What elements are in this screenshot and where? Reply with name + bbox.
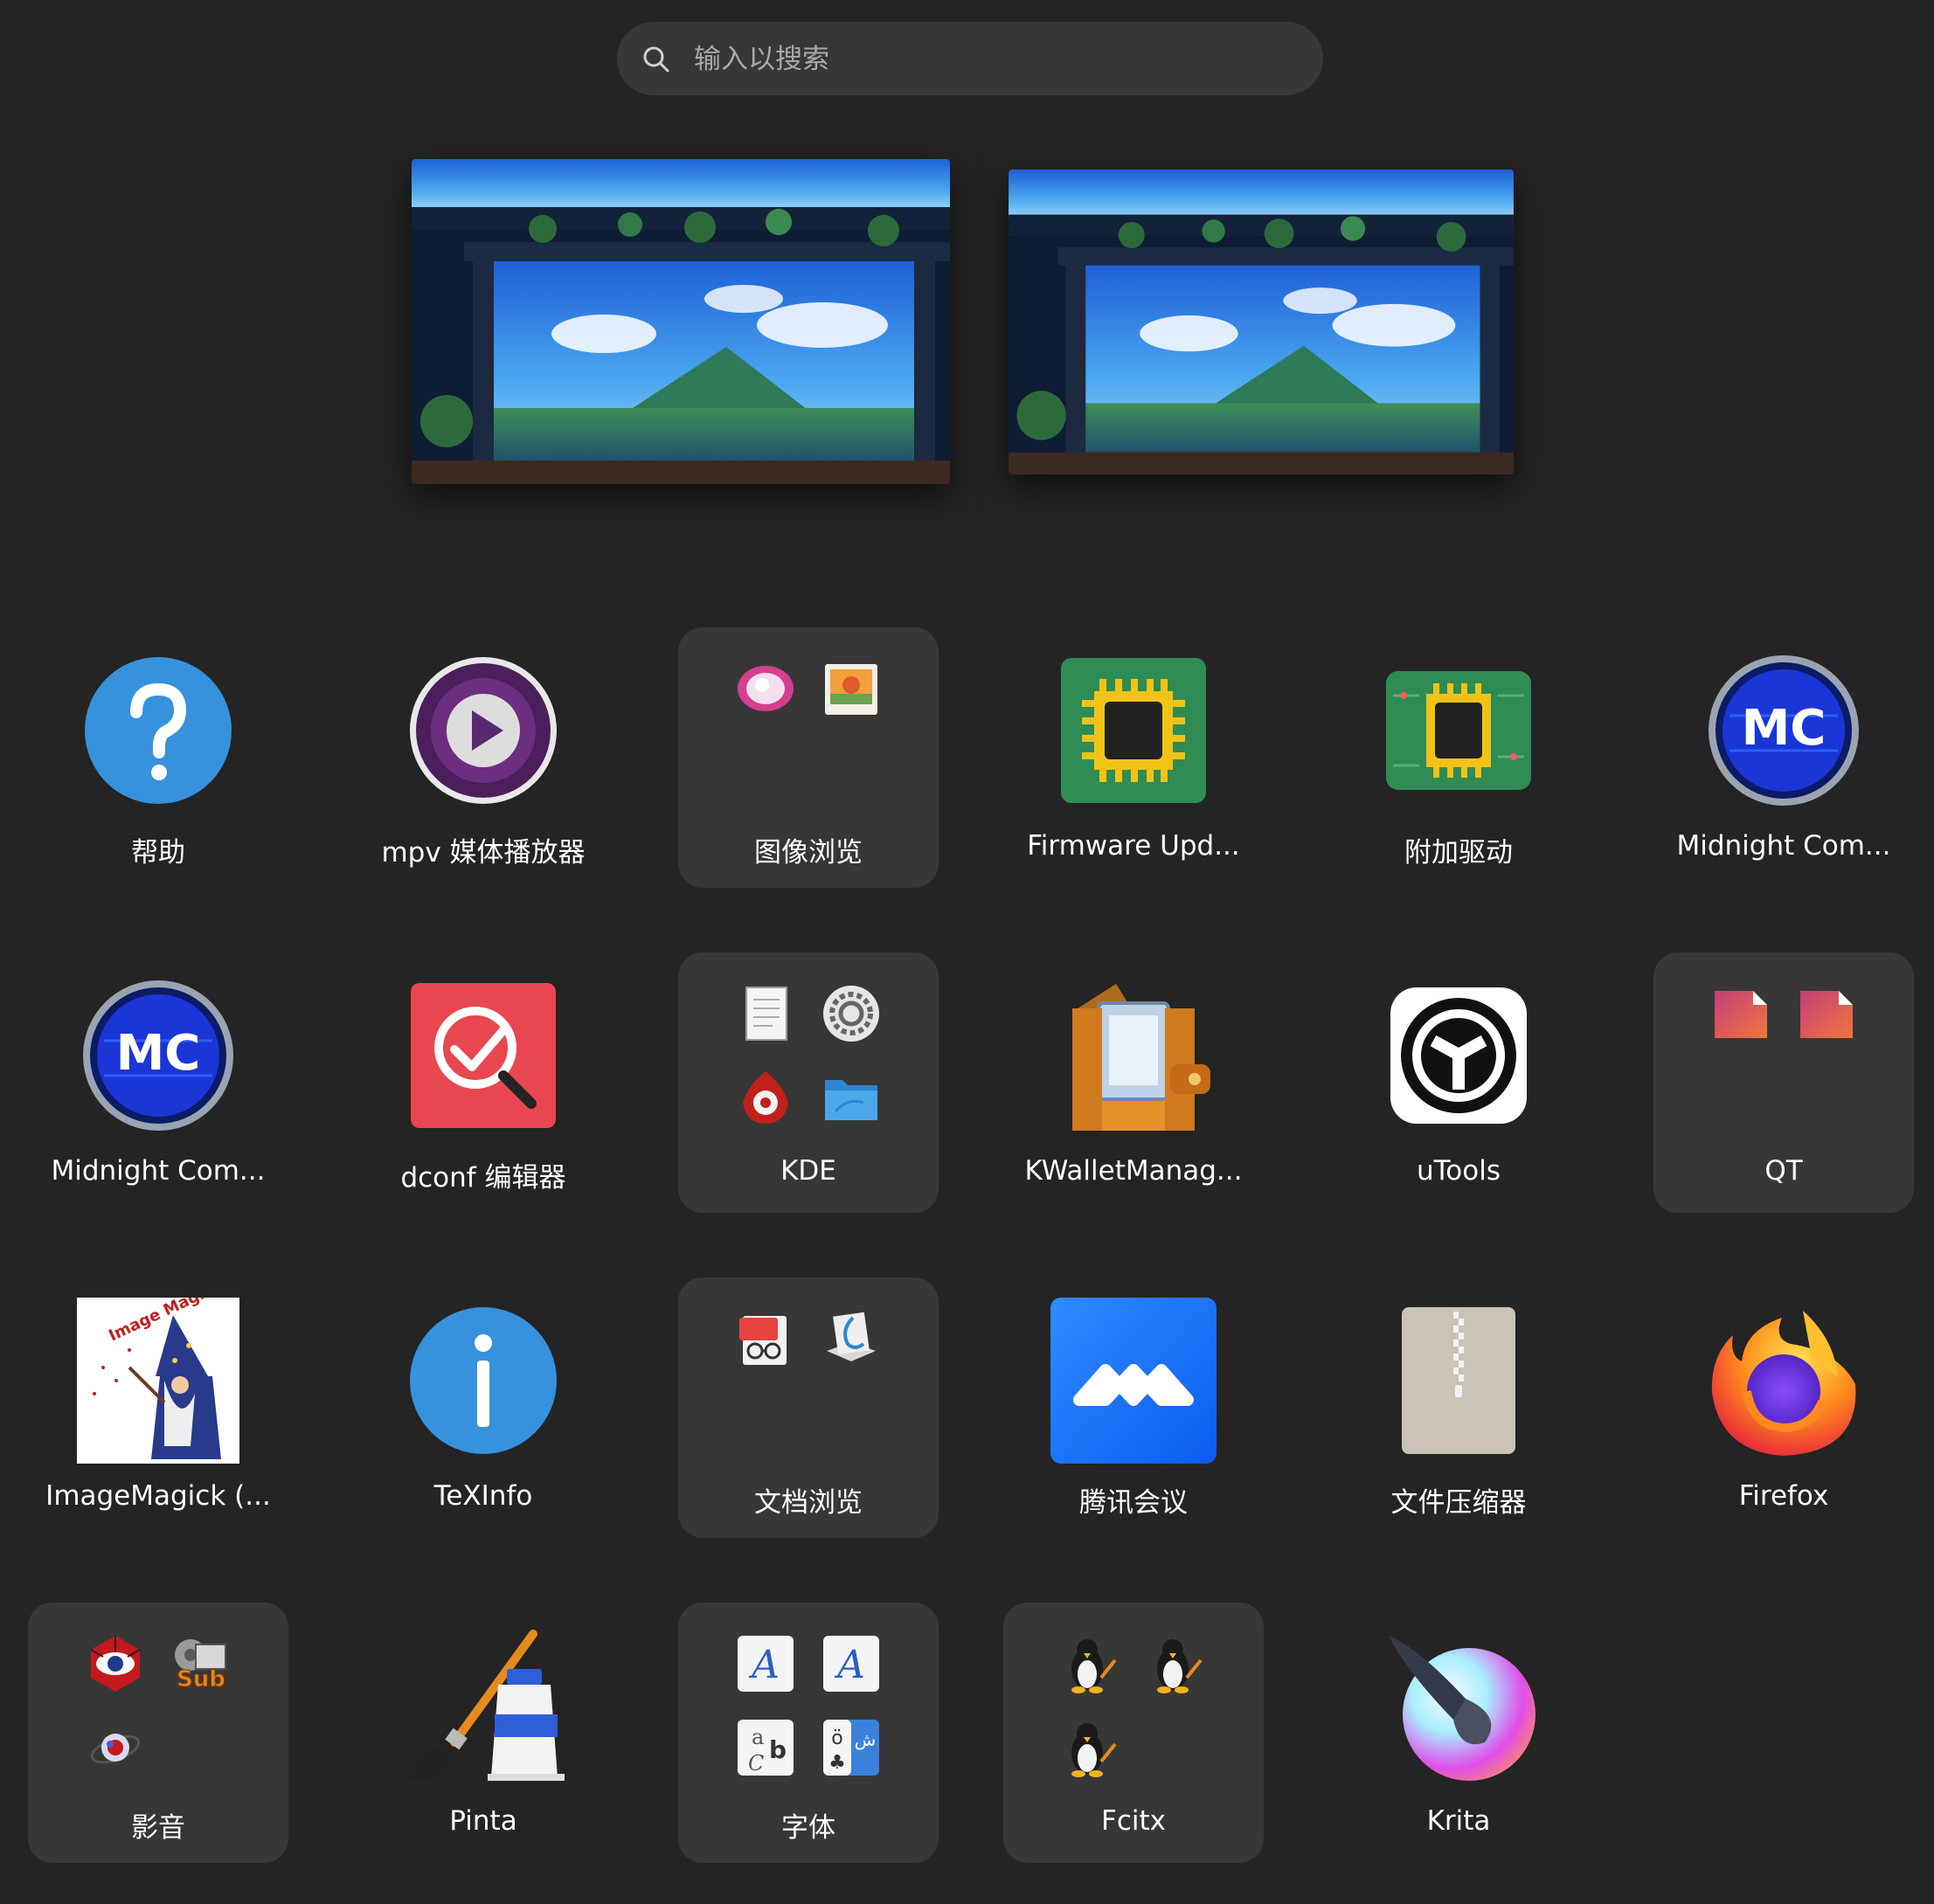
folder-icon [825, 1080, 877, 1120]
svg-text:ش: ش [855, 1729, 876, 1750]
app-label: Krita [1426, 1805, 1491, 1837]
app-label: dconf 编辑器 [400, 1162, 566, 1194]
midnight-commander-icon: MC [1709, 655, 1859, 806]
info-icon [410, 1307, 557, 1454]
image-viewer-icon [825, 664, 877, 715]
svg-text:C: C [748, 1751, 764, 1776]
tux-keyboard-icon [1071, 1639, 1117, 1693]
krita-icon [1389, 1636, 1535, 1781]
search-bar[interactable] [617, 22, 1323, 95]
tencent-meeting-icon [1050, 1298, 1217, 1464]
folder-label: Fcitx [1101, 1805, 1166, 1837]
folder-kde[interactable]: KDE [678, 952, 939, 1213]
folder-label: 图像浏览 [754, 837, 863, 869]
app-label: 附加驱动 [1404, 837, 1513, 869]
folder-label: 影音 [131, 1812, 185, 1844]
app-pinta[interactable]: Pinta [353, 1603, 613, 1863]
pinta-icon [407, 1630, 565, 1781]
tux-keyboard-icon [1071, 1723, 1117, 1777]
app-label: Midnight Com... [51, 1155, 266, 1187]
orbit-icon [90, 1734, 141, 1764]
app-label: 帮助 [131, 837, 185, 869]
document-viewer-icon [739, 1316, 787, 1365]
svg-text:Sub: Sub [177, 1666, 225, 1693]
folder-label: KDE [780, 1155, 836, 1187]
app-kwallet-manager[interactable]: KWalletManag... [1003, 952, 1264, 1213]
font-icon: A [823, 1636, 879, 1692]
midnight-commander-icon: MC [83, 980, 233, 1131]
app-label: mpv 媒体播放器 [381, 837, 586, 869]
keyboard-symbols-icon: ö ♣ ش [823, 1720, 879, 1776]
app-file-archiver[interactable]: 文件压缩器 [1328, 1277, 1589, 1538]
app-firefox[interactable]: Firefox [1653, 1277, 1914, 1538]
folder-label: 文档浏览 [754, 1487, 863, 1519]
folder-document-viewer[interactable]: 文档浏览 [678, 1277, 939, 1538]
okular-icon [827, 1312, 876, 1361]
search-icon [643, 46, 669, 73]
app-mpv[interactable]: mpv 媒体播放器 [353, 627, 613, 888]
app-additional-drivers[interactable]: 附加驱动 [1328, 627, 1589, 888]
app-midnight-commander-2[interactable]: MC Midnight Com... [28, 952, 288, 1213]
help-icon [85, 657, 232, 804]
eye-camera-icon [90, 1636, 141, 1692]
character-map-icon: a b C [738, 1720, 794, 1776]
svg-text:A: A [834, 1643, 865, 1687]
mpv-icon [410, 657, 557, 804]
app-midnight-commander[interactable]: MC Midnight Com... [1653, 627, 1914, 888]
tux-keyboard-icon [1157, 1639, 1203, 1693]
dconf-editor-icon [411, 983, 556, 1128]
utools-icon [1390, 987, 1527, 1124]
folder-label: QT [1764, 1155, 1803, 1187]
svg-text:A: A [748, 1643, 780, 1687]
folder-qt[interactable]: QT [1653, 952, 1914, 1213]
app-label: Midnight Com... [1676, 830, 1891, 862]
chip-icon [1061, 658, 1206, 803]
search-input[interactable] [692, 34, 1290, 85]
font-icon: A [738, 1636, 794, 1692]
folder-fcitx[interactable]: Fcitx [1003, 1603, 1264, 1863]
wallet-icon [1072, 984, 1210, 1131]
app-label: uTools [1416, 1155, 1501, 1187]
app-label: Firmware Upd... [1027, 830, 1240, 862]
file-icon [1715, 991, 1767, 1038]
folder-label: 字体 [781, 1812, 835, 1844]
svg-text:MC: MC [116, 1025, 201, 1082]
svg-text:MC: MC [1742, 700, 1827, 757]
file-icon [1800, 991, 1853, 1038]
app-dconf-editor[interactable]: dconf 编辑器 [353, 952, 613, 1213]
app-krita[interactable]: Krita [1328, 1603, 1589, 1863]
svg-text:b: b [769, 1735, 787, 1764]
workspace-thumbnail-1[interactable] [412, 159, 950, 484]
app-label: 文件压缩器 [1390, 1487, 1527, 1519]
eye-of-gnome-icon [738, 666, 794, 711]
app-label: ImageMagick (... [45, 1480, 271, 1512]
svg-text:ö: ö [831, 1727, 842, 1749]
app-utools[interactable]: uTools [1328, 952, 1589, 1213]
svg-text:♣: ♣ [828, 1752, 846, 1774]
app-label: KWalletManag... [1024, 1155, 1243, 1187]
imagemagick-wizard-icon: Image Magick [77, 1298, 239, 1464]
app-tencent-meeting[interactable]: 腾讯会议 [1003, 1277, 1264, 1538]
settings-gear-icon [823, 986, 879, 1042]
svg-text:a: a [752, 1725, 764, 1749]
app-label: Pinta [449, 1805, 517, 1837]
app-label: 腾讯会议 [1079, 1487, 1188, 1519]
workspace-thumbnail-2[interactable] [1009, 170, 1514, 474]
firefox-icon [1711, 1311, 1856, 1456]
app-firmware-updater[interactable]: Firmware Upd... [1003, 627, 1264, 888]
folder-image-viewer[interactable]: 图像浏览 [678, 627, 939, 888]
app-texinfo[interactable]: TeXInfo [353, 1277, 613, 1538]
app-imagemagick[interactable]: Image Magick ImageMagick (... [28, 1277, 288, 1538]
driver-chip-icon [1386, 671, 1531, 790]
archive-icon [1402, 1307, 1515, 1454]
subtitle-film-icon: Sub [175, 1639, 226, 1693]
app-label: TeXInfo [433, 1480, 533, 1512]
folder-audio-video[interactable]: Sub 影音 [28, 1603, 288, 1863]
document-icon [745, 987, 787, 1041]
app-label: Firefox [1738, 1480, 1829, 1512]
folder-fonts[interactable]: A A a b C ö ♣ ش 字体 [678, 1603, 939, 1863]
app-help[interactable]: 帮助 [28, 627, 288, 888]
kde-red-icon [743, 1071, 788, 1124]
